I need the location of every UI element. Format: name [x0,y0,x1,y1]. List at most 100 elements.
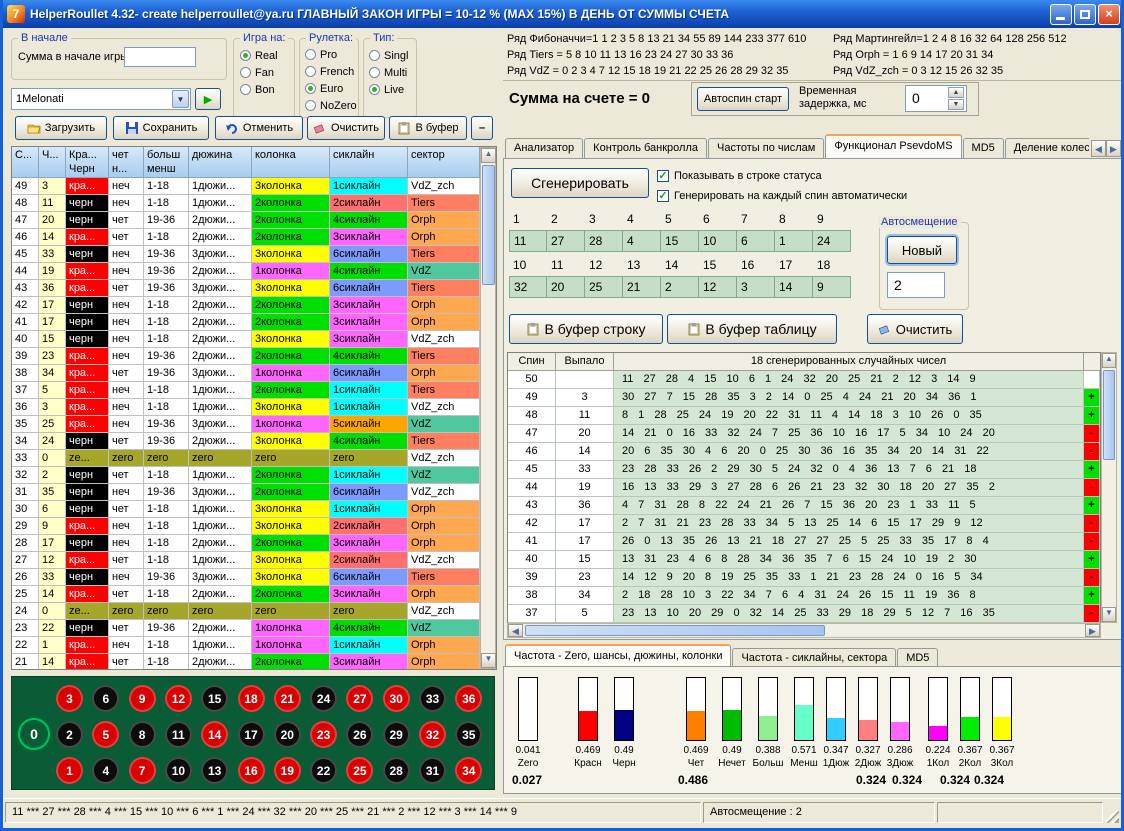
board-number[interactable]: 5 [92,721,119,748]
collapse-button[interactable]: – [471,116,493,140]
generated-table-hscroll[interactable]: ◀ ▶ [507,623,1101,638]
board-number[interactable]: 36 [455,685,482,712]
history-scrollbar[interactable]: ▲ ▼ [480,147,496,669]
clear-generated-button[interactable]: Очистить [867,314,963,344]
table-row[interactable]: 2633черннеч19-363дюжи...3колонка6сиклайн… [12,569,496,586]
copy-table-button[interactable]: В буфер таблицу [667,314,837,344]
board-number[interactable]: 25 [346,757,373,784]
scrollbar-thumb[interactable] [525,625,825,636]
spinner-up-icon[interactable]: ▲ [948,87,964,98]
board-number[interactable]: 9 [129,685,156,712]
radio-live[interactable]: Live [369,81,408,98]
table-row[interactable]: 42172 7 31 21 23 28 33 34 5 13 25 14 6 1… [508,515,1100,533]
board-number[interactable]: 29 [383,721,410,748]
tab-частота-zero-шансы-дюжины-колонки[interactable]: Частота - Zero, шансы, дюжины, колонки [505,644,731,668]
board-number[interactable]: 34 [455,757,482,784]
board-number[interactable]: 8 [129,721,156,748]
table-row[interactable]: 330ze...zerozerozerozerozeroVdZ_zch [12,450,496,467]
board-number[interactable]: 10 [165,757,192,784]
board-number[interactable]: 21 [274,685,301,712]
table-row[interactable]: 43364 7 31 28 8 22 24 21 26 7 15 36 20 2… [508,497,1100,515]
board-number[interactable]: 16 [238,757,265,784]
board-number[interactable]: 3 [56,685,83,712]
scroll-up-icon[interactable]: ▲ [481,148,496,163]
tab-анализатор[interactable]: Анализатор [505,138,583,158]
clear-button[interactable]: Очистить [307,116,385,140]
board-number[interactable]: 19 [274,757,301,784]
header-cell[interactable]: сектор [408,147,480,177]
profile-combobox[interactable]: 1Melonati ▼ [11,88,191,110]
table-row[interactable]: 4720чернчет19-362дюжи...2колонка4сиклайн… [12,212,496,229]
table-row[interactable]: 401513 31 23 4 6 8 28 34 36 35 7 6 15 24… [508,551,1100,569]
table-row[interactable]: 441916 13 33 29 3 27 28 6 26 21 23 32 30… [508,479,1100,497]
board-number[interactable]: 22 [310,757,337,784]
board-number[interactable]: 35 [455,721,482,748]
scrollbar-thumb[interactable] [482,165,495,285]
table-row[interactable]: 453323 28 33 26 2 29 30 5 24 32 0 4 36 1… [508,461,1100,479]
board-number[interactable]: 15 [201,685,228,712]
radio-nozero[interactable]: NoZero [305,97,357,114]
table-row[interactable]: 375кра...неч1-181дюжи...2колонка1сиклайн… [12,382,496,399]
table-row[interactable]: 38342 18 28 10 3 22 34 7 6 4 31 24 26 15… [508,587,1100,605]
table-row[interactable]: 493кра...неч1-181дюжи...3колонка1сиклайн… [12,178,496,195]
load-button[interactable]: Загрузить [15,116,107,140]
table-row[interactable]: 221кра...неч1-181дюжи...1колонка1сиклайн… [12,637,496,654]
table-row[interactable]: 4811черннеч1-181дюжи...2колонка2сиклайнT… [12,195,496,212]
copy-row-button[interactable]: В буфер строку [509,314,663,344]
table-row[interactable]: 4336кра...чет19-363дюжи...3колонка6сикла… [12,280,496,297]
buffer-button[interactable]: В буфер [389,116,467,140]
tabs-scroll-left-icon[interactable]: ◀ [1091,140,1106,157]
checkbox-show-status[interactable]: ✓ Показывать в строке статуса [657,170,822,182]
table-row[interactable]: 2322чернчет19-362дюжи...1колонка4сиклайн… [12,620,496,637]
scroll-up-icon[interactable]: ▲ [1102,353,1116,368]
table-row[interactable]: 299кра...неч1-181дюжи...3колонка2сиклайн… [12,518,496,535]
board-number[interactable]: 7 [129,757,156,784]
tabs-scroll-right-icon[interactable]: ▶ [1106,140,1121,157]
radio-euro[interactable]: Euro [305,80,357,97]
table-row[interactable]: 411726 0 13 35 26 13 21 18 27 27 25 5 25… [508,533,1100,551]
board-number[interactable]: 24 [310,685,337,712]
table-row[interactable]: 363кра...неч1-181дюжи...3колонка1сиклайн… [12,399,496,416]
checkbox-autogen[interactable]: ✓ Генерировать на каждый спин автоматиче… [657,190,907,202]
table-row[interactable]: 4217черннеч1-182дюжи...2колонка3сиклайнO… [12,297,496,314]
table-row[interactable]: 48118 1 28 25 24 19 20 22 31 11 4 14 18 … [508,407,1100,425]
board-number[interactable]: 2 [56,721,83,748]
board-number[interactable]: 14 [201,721,228,748]
tab-md5[interactable]: MD5 [897,648,938,668]
board-number[interactable]: 13 [201,757,228,784]
board-number[interactable]: 31 [419,757,446,784]
radio-bon[interactable]: Bon [240,81,278,98]
table-row[interactable]: 3424чернчет19-362дюжи...3колонка4сиклайн… [12,433,496,450]
board-number[interactable]: 30 [383,685,410,712]
board-zero[interactable]: 0 [18,718,50,750]
generate-button[interactable]: Сгенерировать [511,168,649,198]
table-row[interactable]: 461420 6 35 30 4 6 20 0 25 30 36 16 35 3… [508,443,1100,461]
board-number[interactable]: 23 [310,721,337,748]
autoshift-input[interactable] [887,272,945,298]
play-button[interactable]: ▶ [195,88,221,110]
board-number[interactable]: 11 [165,721,192,748]
table-row[interactable]: 322чернчет1-181дюжи...2колонка1сиклайнVd… [12,467,496,484]
board-number[interactable]: 28 [383,757,410,784]
undo-button[interactable]: Отменить [215,116,303,140]
table-row[interactable]: 472014 21 0 16 33 32 24 7 25 36 10 16 17… [508,425,1100,443]
tab-md5[interactable]: MD5 [963,138,1004,158]
scroll-right-icon[interactable]: ▶ [1085,624,1100,637]
tab-функционал-psevdoms[interactable]: Функционал PsevdoMS [825,134,961,158]
board-number[interactable]: 20 [274,721,301,748]
tab-контроль-банкролла[interactable]: Контроль банкролла [584,138,707,158]
header-cell[interactable]: дюжина [189,147,252,177]
table-row[interactable]: 4117черннеч1-182дюжи...2колонка3сиклайнO… [12,314,496,331]
board-number[interactable]: 12 [165,685,192,712]
radio-fan[interactable]: Fan [240,64,278,81]
table-row[interactable]: 3135черннеч19-363дюжи...2колонка6сиклайн… [12,484,496,501]
table-row[interactable]: 3834кра...чет19-363дюжи...1колонка6сикла… [12,365,496,382]
table-row[interactable]: 306чернчет1-181дюжи...3колонка1сиклайнOr… [12,501,496,518]
table-row[interactable]: 4015черннеч1-182дюжи...3колонка3сиклайнV… [12,331,496,348]
generated-table-vscroll[interactable]: ▲ ▼ [1101,352,1117,623]
radio-pro[interactable]: Pro [305,46,357,63]
radio-singl[interactable]: Singl [369,47,408,64]
table-row[interactable]: 4614кра...чет1-182дюжи...2колонка3сиклай… [12,229,496,246]
header-cell[interactable]: колонка [252,147,330,177]
board-number[interactable]: 4 [92,757,119,784]
